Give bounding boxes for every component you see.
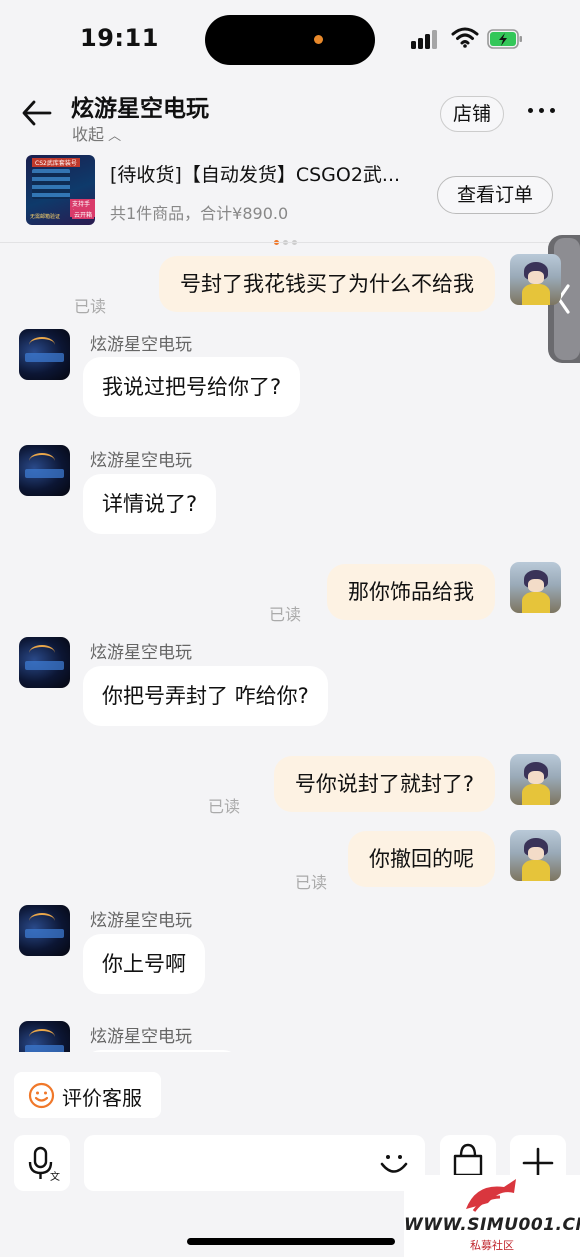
voice-input-button[interactable]: 文 (14, 1135, 70, 1191)
rate-service-label: 评价客服 (62, 1086, 142, 1110)
read-receipt: 已读 (74, 297, 107, 316)
microphone-icon: 文 (28, 1146, 60, 1183)
sender-name: 炫游星空电玩 (90, 451, 192, 471)
message-bubble-incoming[interactable]: 我说过把号给你了? (83, 357, 301, 417)
sender-name: 炫游星空电玩 (90, 1027, 192, 1047)
avatar-self[interactable] (510, 562, 561, 613)
status-time: 19:11 (80, 24, 159, 52)
message-bubble-outgoing[interactable]: 那你饰品给我 (327, 564, 495, 620)
back-arrow-icon[interactable] (20, 98, 54, 128)
avatar-shop[interactable] (19, 905, 70, 956)
sender-name: 炫游星空电玩 (90, 911, 192, 931)
message-input[interactable] (84, 1135, 425, 1191)
carousel-indicator (274, 230, 301, 249)
header-divider (0, 242, 580, 243)
svg-text:文: 文 (50, 1170, 60, 1183)
message-bubble-outgoing[interactable]: 号你说封了就封了? (273, 756, 495, 812)
view-order-button[interactable]: 查看订单 (437, 176, 553, 214)
watermark-symbol (466, 1179, 516, 1212)
read-receipt: 已读 (295, 873, 328, 892)
avatar-self[interactable] (510, 830, 561, 881)
avatar-self[interactable] (510, 254, 561, 305)
order-summary: 共1件商品，合计¥890.0 (110, 204, 289, 223)
thumb-weapons (32, 169, 70, 199)
collapse-toggle[interactable]: 收起 ︿ (72, 121, 121, 145)
chevron-up-icon: ︿ (104, 129, 122, 144)
watermark-subtext: 私募社区 (470, 1239, 514, 1252)
battery-charging-icon (487, 29, 522, 49)
shop-button[interactable]: 店铺 (440, 96, 504, 132)
thumb-note: 无需邮箱验证 (30, 214, 61, 220)
read-receipt: 已读 (208, 797, 241, 816)
smile-icon (28, 1082, 55, 1109)
watermark-text: WWW.SIMU001.CN (404, 1215, 580, 1235)
message-bubble-incoming[interactable]: 你把号弄封了 咋给你? (83, 666, 328, 726)
collapse-label: 收起 (72, 125, 105, 144)
camera-indicator (314, 35, 323, 44)
wifi-icon (451, 27, 479, 48)
sender-name: 炫游星空电玩 (90, 643, 192, 663)
avatar-shop[interactable] (19, 637, 70, 688)
avatar-self[interactable] (510, 754, 561, 805)
order-product-thumbnail[interactable]: CS2武库套装号 支持手机 云开箱 无需邮箱验证 (26, 155, 95, 225)
avatar-shop[interactable] (19, 445, 70, 496)
thumb-badge-2: 云开箱 (72, 210, 95, 219)
message-bubble-outgoing[interactable]: 你撤回的呢 (348, 831, 495, 887)
read-receipt: 已读 (269, 605, 302, 624)
chat-title: 炫游星空电玩 (71, 96, 209, 122)
home-indicator (187, 1238, 395, 1245)
avatar-shop[interactable] (19, 329, 70, 380)
cellular-signal-icon (411, 29, 441, 49)
sender-name: 炫游星空电玩 (90, 335, 192, 355)
message-bubble-outgoing[interactable]: 号封了我花钱买了为什么不给我 (159, 256, 495, 312)
more-options-icon[interactable] (528, 98, 558, 122)
message-bubble-incoming[interactable]: 你上号啊 (83, 934, 205, 994)
dynamic-island (205, 15, 375, 65)
order-title[interactable]: [待收货]【自动发货】CSGO2武... (110, 160, 430, 187)
thumb-banner: CS2武库套装号 (32, 158, 80, 167)
message-bubble-incoming[interactable]: 详情说了? (83, 474, 217, 534)
